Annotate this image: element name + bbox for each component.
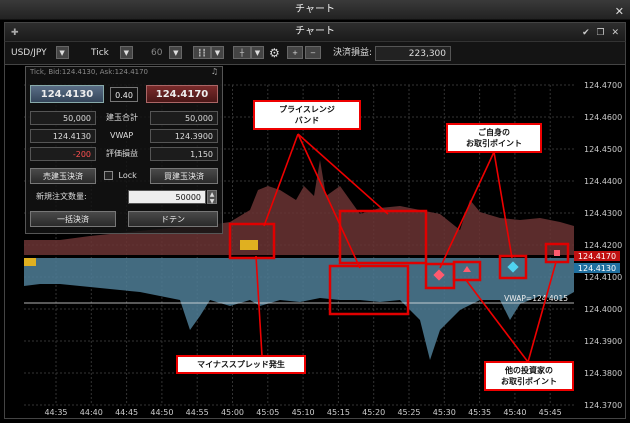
y-tick-label: 124.4700 — [584, 81, 622, 90]
x-tick-label: 45:40 — [503, 408, 526, 417]
x-tick-label: 45:05 — [256, 408, 279, 417]
buy-vwap: 124.3900 — [150, 129, 218, 143]
callout-own-points: ご自身の お取引ポイント — [446, 123, 542, 153]
position-total-label: 建玉合計 — [106, 113, 138, 122]
vwap-label: VWAP=124.4015 — [504, 294, 568, 303]
y-axis: 124.4700 124.4600 124.4500 124.4400 124.4300… — [584, 81, 622, 410]
note-icon[interactable]: ♫ — [211, 67, 218, 76]
vwap-label: VWAP — [110, 131, 134, 140]
bid-price-tag-label: 124.4130 — [578, 264, 616, 273]
lock-checkbox[interactable] — [104, 171, 113, 180]
x-tick-label: 45:35 — [468, 408, 491, 417]
sell-bid-button[interactable]: 124.4130 — [30, 85, 104, 103]
buy-unrealized-pl: 1,150 — [150, 147, 218, 161]
x-tick-label: 44:55 — [186, 408, 209, 417]
y-tick-label: 124.4600 — [584, 113, 622, 122]
x-tick-label: 45:15 — [327, 408, 350, 417]
y-tick-label: 124.3800 — [584, 369, 622, 378]
y-tick-label: 124.3700 — [584, 401, 622, 410]
doten-button[interactable]: ドテン — [128, 211, 218, 227]
y-tick-label: 124.4500 — [584, 145, 622, 154]
y-tick-label: 124.4200 — [584, 241, 622, 250]
close-all-button[interactable]: 一括決済 — [30, 211, 116, 227]
y-tick-label: 124.3900 — [584, 337, 622, 346]
bid-band — [24, 258, 574, 360]
negative-spread-bar — [240, 240, 258, 250]
buy-close-button[interactable]: 買建玉決済 — [150, 168, 218, 184]
x-tick-label: 45:10 — [292, 408, 315, 417]
x-tick-label: 44:35 — [44, 408, 67, 417]
x-tick-label: 45:20 — [362, 408, 385, 417]
order-qty-label: 新規注文数量: — [36, 192, 87, 201]
unrealized-pl-label: 評価損益 — [106, 149, 138, 158]
price-info: Tick, Bid:124.4130, Ask:124.4170 — [30, 68, 149, 76]
qty-stepper[interactable]: ▲ ▼ — [207, 190, 217, 205]
x-tick-label: 45:30 — [433, 408, 456, 417]
negative-spread-bar — [24, 258, 36, 266]
x-tick-label: 44:45 — [115, 408, 138, 417]
x-tick-label: 45:25 — [397, 408, 420, 417]
x-tick-label: 44:40 — [80, 408, 103, 417]
callout-price-range: プライスレンジ バンド — [253, 100, 361, 130]
sell-vwap: 124.4130 — [30, 129, 96, 143]
spread-display: 0.40 — [110, 87, 138, 102]
x-axis: 44:35 44:40 44:45 44:50 44:55 45:00 45:05 45:10… — [44, 408, 561, 417]
sell-unrealized-pl: -200 — [30, 147, 96, 161]
callout-negative-spread: マイナススプレッド発生 — [176, 355, 306, 374]
y-tick-label: 124.4300 — [584, 209, 622, 218]
y-tick-label: 124.4000 — [584, 305, 622, 314]
callout-others-points: 他の投資家の お取引ポイント — [484, 361, 574, 391]
order-panel: Tick, Bid:124.4130, Ask:124.4170 ♫ 124.4… — [25, 66, 223, 234]
sell-position-total: 50,000 — [30, 111, 96, 125]
trade-marker-square — [554, 250, 560, 256]
ask-price-tag-label: 124.4170 — [578, 252, 616, 261]
order-qty-input[interactable]: 50000 — [128, 190, 206, 204]
y-tick-label: 124.4100 — [584, 273, 622, 282]
buy-ask-button[interactable]: 124.4170 — [146, 85, 218, 103]
y-tick-label: 124.4400 — [584, 177, 622, 186]
lock-toggle[interactable]: Lock — [104, 169, 137, 183]
lock-label: Lock — [118, 171, 137, 180]
x-tick-label: 45:45 — [539, 408, 562, 417]
x-tick-label: 45:00 — [221, 408, 244, 417]
sell-close-button[interactable]: 売建玉決済 — [30, 168, 96, 184]
x-tick-label: 44:50 — [150, 408, 173, 417]
buy-position-total: 50,000 — [150, 111, 218, 125]
